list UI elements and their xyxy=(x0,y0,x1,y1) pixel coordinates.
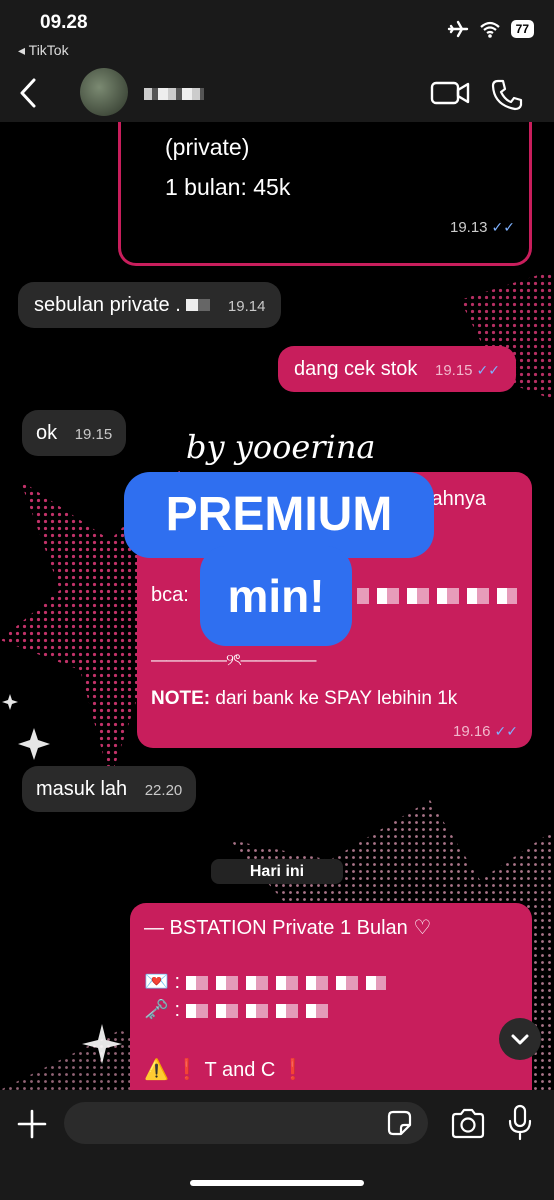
password-label: 🗝️ : xyxy=(144,999,181,1021)
decorative-divider: —————୨ৎ————— xyxy=(151,652,317,669)
sticker-min: min! xyxy=(200,546,352,646)
status-bar: 09.28 ◂ TikTok 77 xyxy=(0,0,554,66)
message-bubble-outgoing[interactable]: — BSTATION Private 1 Bulan ♡ 💌 : 🗝️ : ⚠️… xyxy=(130,903,532,1090)
read-receipt-icon: ✓✓ xyxy=(476,362,500,378)
signature-overlay: by yooerina xyxy=(186,428,376,466)
message-meta: 19.16 ✓✓ xyxy=(453,716,518,747)
chat-header xyxy=(0,66,554,122)
airplane-icon xyxy=(447,20,468,38)
message-bubble-incoming[interactable]: sebulan private . 19.14 xyxy=(18,282,282,328)
battery-indicator: 77 xyxy=(510,20,534,38)
terms-line: ⚠️ ❗ T and C ❗ xyxy=(144,1059,306,1081)
censor-block xyxy=(185,1003,336,1018)
phone-call-icon[interactable] xyxy=(490,78,524,112)
message-bubble-outgoing[interactable]: dang cek stok 19.15 ✓✓ xyxy=(278,346,516,392)
message-time: 19.14 xyxy=(227,298,266,315)
message-title: — BSTATION Private 1 Bulan ♡ xyxy=(144,917,432,939)
message-bubble-outgoing[interactable]: (private) 1 bulan: 45k 19.13 ✓✓ xyxy=(118,122,532,266)
status-icons: 77 xyxy=(447,20,534,38)
censor-block xyxy=(357,588,517,604)
day-separator: Hari ini xyxy=(211,859,343,884)
message-time: 19.15 xyxy=(74,426,113,443)
message-text: 1 bulan: 45k xyxy=(165,174,291,200)
chevron-down-icon xyxy=(511,1034,529,1045)
email-line: 💌 : xyxy=(144,967,386,997)
scroll-to-bottom-button[interactable] xyxy=(499,1018,541,1060)
message-time: 19.15 xyxy=(434,362,473,379)
read-receipt-icon: ✓✓ xyxy=(494,723,518,739)
status-time: 09.28 xyxy=(40,12,88,33)
message-time: 19.13 xyxy=(449,219,488,236)
message-bubble-incoming[interactable]: masuk lah 22.20 xyxy=(22,766,197,812)
password-line: 🗝️ : xyxy=(144,995,336,1025)
email-label: 💌 : xyxy=(144,971,181,993)
camera-icon[interactable] xyxy=(450,1108,486,1140)
video-call-icon[interactable] xyxy=(430,78,470,108)
message-text: masuk lah xyxy=(36,778,128,800)
sticker-icon[interactable] xyxy=(384,1108,414,1138)
message-meta: 19.13 ✓✓ xyxy=(450,212,515,243)
home-indicator xyxy=(190,1180,364,1186)
censor-block xyxy=(185,975,386,990)
contact-name-censored[interactable] xyxy=(144,88,204,100)
message-input[interactable] xyxy=(64,1102,428,1144)
wifi-icon xyxy=(479,21,500,38)
back-chevron-icon[interactable] xyxy=(14,76,44,110)
composer-bar xyxy=(0,1090,554,1200)
message-text: dang cek stok xyxy=(294,358,418,380)
message-text: (private) xyxy=(165,134,250,160)
avatar[interactable] xyxy=(80,68,128,116)
censor-block xyxy=(186,299,211,311)
note-label: NOTE: xyxy=(151,688,211,709)
message-text: sebulan private . xyxy=(34,294,181,316)
message-time: 22.20 xyxy=(144,782,183,799)
message-text-fragment: lahnya xyxy=(427,488,486,510)
message-time: 19.16 xyxy=(452,723,491,740)
message-bubble-incoming[interactable]: ok 19.15 xyxy=(22,410,127,456)
back-to-app-link[interactable]: ◂ TikTok xyxy=(18,42,69,59)
read-receipt-icon: ✓✓ xyxy=(491,219,515,235)
message-text: ok xyxy=(36,422,58,444)
note-text: dari bank ke SPAY lebihin 1k xyxy=(210,688,458,709)
microphone-icon[interactable] xyxy=(506,1104,534,1142)
plus-icon[interactable] xyxy=(14,1106,50,1142)
message-note: NOTE: dari bank ke SPAY lebihin 1k xyxy=(151,684,457,714)
bank-label: bca: xyxy=(151,584,189,606)
